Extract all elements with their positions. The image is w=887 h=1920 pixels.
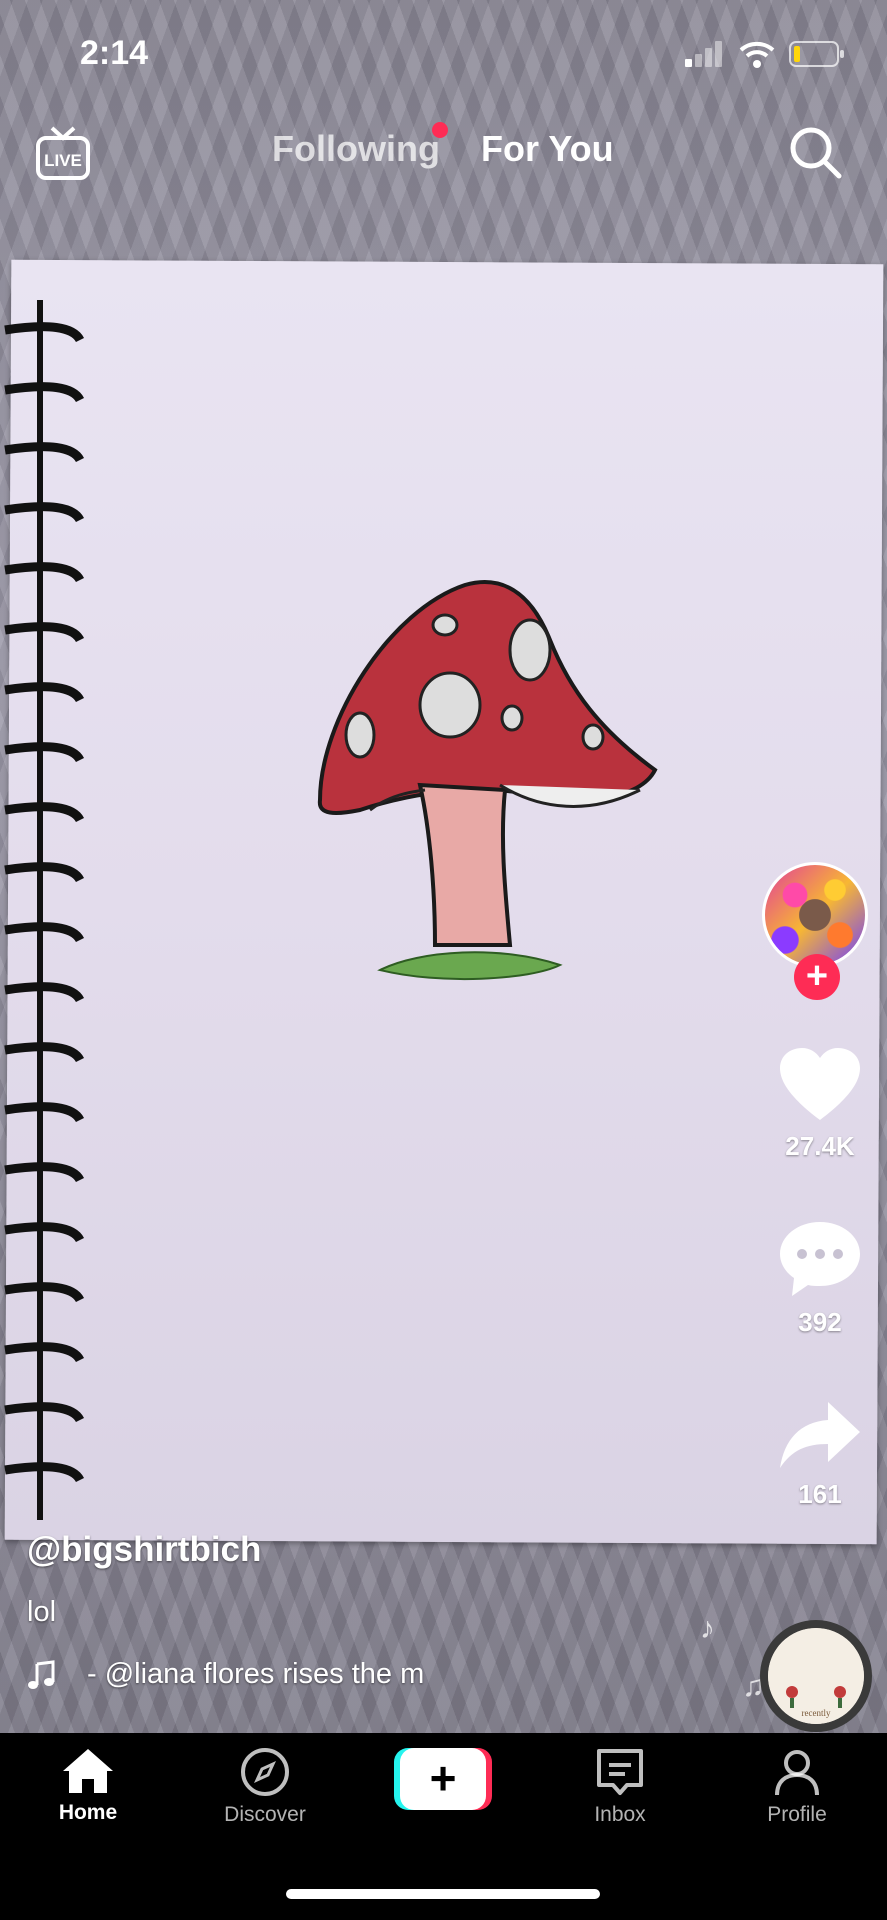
mushroom-drawing: [317, 580, 658, 981]
home-indicator[interactable]: [286, 1889, 600, 1899]
nav-discover[interactable]: Discover: [195, 1733, 335, 1827]
comment-icon: [780, 1222, 860, 1296]
status-icons: [685, 40, 845, 68]
status-time: 2:14: [80, 34, 149, 72]
video-caption: lol: [27, 1596, 57, 1628]
signal-icon: [685, 41, 722, 67]
following-notification-dot: [432, 122, 448, 138]
battery-icon: [789, 41, 844, 67]
album-cover-icon: recently: [768, 1628, 864, 1724]
creator-username[interactable]: @bigshirtbich: [27, 1530, 261, 1570]
compass-icon: [241, 1748, 289, 1796]
floating-music-note-icon: ♪: [700, 1612, 715, 1645]
sketchbook-spiral: [4, 300, 85, 1520]
nav-home[interactable]: Home: [18, 1733, 158, 1825]
music-row[interactable]: - @liana flores rises the m: [27, 1658, 487, 1691]
like-button[interactable]: 27.4K: [770, 1046, 870, 1162]
share-icon: [780, 1402, 860, 1468]
comment-count: 392: [798, 1307, 842, 1337]
creator-avatar-group[interactable]: +: [762, 862, 872, 1000]
heart-icon: [780, 1048, 860, 1120]
nav-profile-label: Profile: [767, 1803, 827, 1826]
tab-for-you[interactable]: For You: [481, 128, 614, 170]
like-count: 27.4K: [785, 1131, 855, 1161]
live-label: LIVE: [44, 151, 82, 170]
nav-discover-label: Discover: [224, 1803, 306, 1826]
music-note-icon: [28, 1659, 55, 1689]
share-count: 161: [798, 1479, 842, 1509]
tab-following[interactable]: Following: [272, 128, 440, 170]
nav-home-label: Home: [58, 1801, 118, 1824]
music-title: - @liana flores rises the m: [87, 1658, 425, 1690]
disc-label: recently: [802, 1708, 831, 1718]
wifi-icon: [739, 41, 775, 68]
search-icon: [790, 127, 842, 179]
plus-icon: +: [400, 1748, 486, 1810]
share-button[interactable]: 161: [770, 1400, 870, 1510]
search-button[interactable]: [787, 124, 843, 180]
comment-button[interactable]: 392: [770, 1220, 870, 1338]
inbox-icon: [597, 1749, 643, 1795]
nav-inbox-label: Inbox: [594, 1803, 646, 1826]
home-icon: [63, 1749, 113, 1793]
tiktok-feed-screen: 2:14 LIVE Following For You + 27.4K 392 …: [0, 0, 887, 1920]
create-button[interactable]: +: [394, 1748, 492, 1810]
nav-profile[interactable]: Profile: [727, 1733, 867, 1827]
follow-plus-button[interactable]: +: [794, 954, 840, 1000]
nav-inbox[interactable]: Inbox: [550, 1733, 690, 1827]
profile-icon: [775, 1750, 819, 1796]
avatar[interactable]: [762, 862, 868, 968]
music-disc[interactable]: recently: [760, 1620, 872, 1732]
live-icon: LIVE: [36, 126, 90, 180]
live-button[interactable]: LIVE: [34, 124, 92, 182]
